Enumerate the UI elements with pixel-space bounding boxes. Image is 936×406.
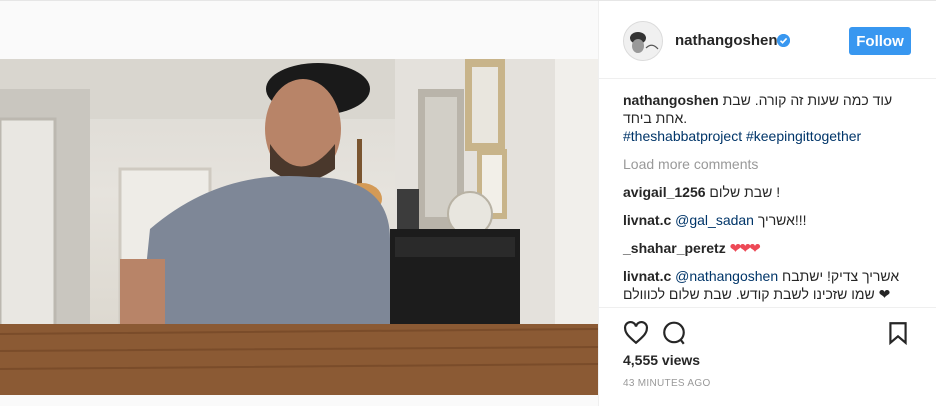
mention-link[interactable]: @nathangoshen <box>675 268 778 284</box>
instagram-post: nathangoshen Follow nathangoshen עוד כמה… <box>0 0 936 406</box>
post-details: nathangoshen Follow nathangoshen עוד כמה… <box>598 1 936 406</box>
caption: nathangoshen עוד כמה שעות זה קורה. שבת א… <box>623 91 915 145</box>
media-area <box>0 1 598 406</box>
comments-section: nathangoshen עוד כמה שעות זה קורה. שבת א… <box>623 91 915 313</box>
comment-username[interactable]: livnat.c <box>623 212 671 228</box>
video-frame-image <box>0 59 598 395</box>
hashtag-link[interactable]: #theshabbatproject <box>623 128 742 144</box>
avatar-image <box>624 22 662 60</box>
username-link[interactable]: nathangoshen <box>675 32 778 49</box>
comment-username[interactable]: livnat.c <box>623 268 671 284</box>
verified-icon <box>777 34 790 47</box>
comment-text: ❤❤❤ <box>729 240 761 256</box>
timestamp[interactable]: 43 MINUTES AGO <box>623 378 711 389</box>
caption-username[interactable]: nathangoshen <box>623 92 719 108</box>
comment: _shahar_peretz ❤❤❤ <box>623 239 915 257</box>
avatar[interactable] <box>623 21 663 61</box>
views-count: 4,555 views <box>623 352 701 368</box>
comment: avigail_1256 שבת שלום ! <box>623 183 915 201</box>
bookmark-icon[interactable] <box>885 320 911 346</box>
comment: livnat.c @nathangoshen אשריך צדיק! ישתבח… <box>623 267 915 303</box>
post-actions: 4,555 views 43 MINUTES AGO <box>599 307 936 406</box>
comment-icon[interactable] <box>661 320 687 346</box>
load-more-comments-link[interactable]: Load more comments <box>623 155 915 173</box>
mention-link[interactable]: @gal_sadan <box>675 212 754 228</box>
comment-username[interactable]: avigail_1256 <box>623 184 706 200</box>
comment: livnat.c @gal_sadan אשריך!!! <box>623 211 915 229</box>
post-video[interactable] <box>0 59 598 395</box>
comment-text: שבת שלום ! <box>709 184 781 200</box>
hashtag-link[interactable]: #keepingittogether <box>746 128 861 144</box>
comment-text: אשריך!!! <box>757 212 807 228</box>
post-header: nathangoshen Follow <box>599 1 936 79</box>
follow-button[interactable]: Follow <box>849 27 911 55</box>
heart-icon[interactable] <box>623 320 649 346</box>
comment-username[interactable]: _shahar_peretz <box>623 240 726 256</box>
